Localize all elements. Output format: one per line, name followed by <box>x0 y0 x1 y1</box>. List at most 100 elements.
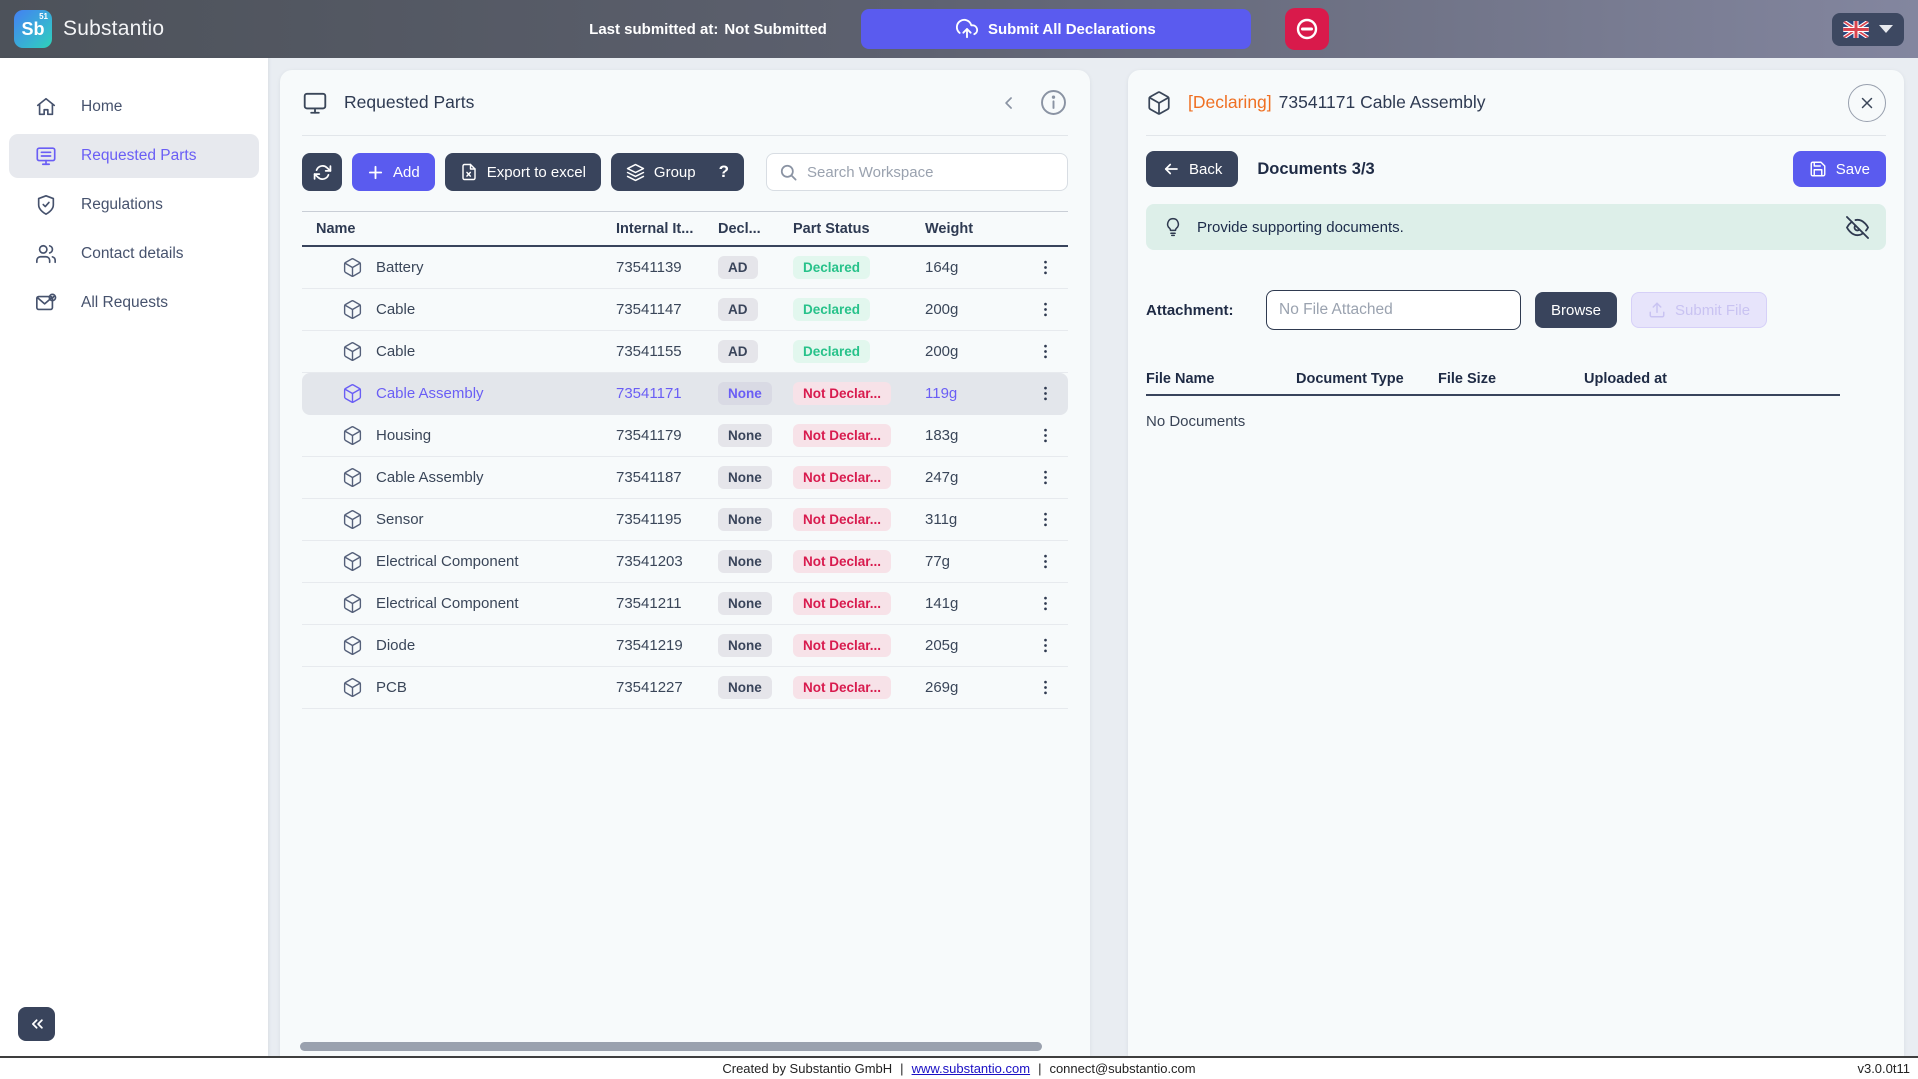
column-header[interactable]: Document Type <box>1296 371 1438 387</box>
table-row[interactable]: Cable Assembly 73541187 None Not Declar.… <box>302 457 1068 499</box>
column-header[interactable]: Decl... <box>718 221 793 237</box>
shield-check-icon <box>35 194 57 216</box>
browse-button[interactable]: Browse <box>1535 292 1617 328</box>
refresh-button[interactable] <box>302 153 342 191</box>
search-input[interactable] <box>807 164 1055 181</box>
logo-superscript: 51 <box>39 12 48 21</box>
monitor-icon <box>302 90 328 116</box>
table-row[interactable]: Housing 73541179 None Not Declar... 183g <box>302 415 1068 457</box>
table-row[interactable]: Sensor 73541195 None Not Declar... 311g <box>302 499 1068 541</box>
internal-item-number: 73541187 <box>616 469 718 486</box>
part-name: Cable <box>376 301 415 318</box>
column-header[interactable]: Name <box>302 221 616 237</box>
row-menu-button[interactable] <box>1022 636 1068 655</box>
part-name: PCB <box>376 679 407 696</box>
sidebar-item-label: Regulations <box>81 196 163 214</box>
parts-table-header: Name Internal It... Decl... Part Status … <box>302 211 1068 247</box>
part-detail-panel: [Declaring]73541171 Cable Assembly Back <box>1128 70 1904 1056</box>
row-menu-button[interactable] <box>1022 552 1068 571</box>
close-panel-button[interactable] <box>1848 84 1886 122</box>
row-menu-button[interactable] <box>1022 258 1068 277</box>
part-weight: 311g <box>925 511 1022 528</box>
table-row[interactable]: Electrical Component 73541211 None Not D… <box>302 583 1068 625</box>
sidebar-item-requested-parts[interactable]: Requested Parts <box>9 134 259 178</box>
kebab-menu-icon <box>1036 342 1055 361</box>
export-to-excel-button[interactable]: Export to excel <box>445 153 601 191</box>
part-status-badge: Declared <box>793 256 870 279</box>
sidebar-collapse-button[interactable] <box>18 1007 55 1041</box>
part-weight: 183g <box>925 427 1022 444</box>
row-menu-button[interactable] <box>1022 342 1068 361</box>
column-header[interactable]: File Name <box>1146 371 1296 387</box>
row-menu-button[interactable] <box>1022 384 1068 403</box>
save-button[interactable]: Save <box>1793 151 1886 187</box>
collapse-panel-button[interactable] <box>999 93 1019 113</box>
documents-toolbar: Back Documents 3/3 Save <box>1146 151 1886 187</box>
search-workspace-box <box>766 153 1068 191</box>
topbar: Sb51 Substantio Last submitted at:Not Su… <box>0 0 1918 58</box>
part-weight: 77g <box>925 553 1022 570</box>
add-button[interactable]: Add <box>352 153 435 191</box>
export-label: Export to excel <box>487 164 586 181</box>
chevron-left-icon <box>999 93 1019 113</box>
hide-hint-button[interactable] <box>1846 216 1869 239</box>
row-menu-button[interactable] <box>1022 300 1068 319</box>
main-content: Requested Parts <box>268 58 1918 1056</box>
parts-table-body: Battery 73541139 AD Declared 164g Cable … <box>302 247 1068 709</box>
table-row[interactable]: Electrical Component 73541203 None Not D… <box>302 541 1068 583</box>
hint-bar: Provide supporting documents. <box>1146 204 1886 250</box>
submit-all-declarations-button[interactable]: Submit All Declarations <box>861 9 1251 49</box>
last-submitted-status: Last submitted at:Not Submitted <box>589 21 827 38</box>
column-header[interactable]: Internal It... <box>616 221 718 237</box>
column-header[interactable]: File Size <box>1438 371 1584 387</box>
logo-text: Sb <box>21 19 44 40</box>
save-icon <box>1809 160 1827 178</box>
sidebar-item-all-requests[interactable]: All Requests <box>9 281 259 325</box>
part-status-badge: Declared <box>793 298 870 321</box>
horizontal-scrollbar-thumb[interactable] <box>300 1042 1042 1051</box>
uk-flag-icon <box>1843 21 1869 38</box>
submit-file-button[interactable]: Submit File <box>1631 292 1767 328</box>
table-row[interactable]: Diode 73541219 None Not Declar... 205g <box>302 625 1068 667</box>
declaring-tag: [Declaring] <box>1188 92 1272 112</box>
back-button[interactable]: Back <box>1146 151 1238 187</box>
kebab-menu-icon <box>1036 678 1055 697</box>
table-row[interactable]: PCB 73541227 None Not Declar... 269g <box>302 667 1068 709</box>
kebab-menu-icon <box>1036 258 1055 277</box>
table-row[interactable]: Battery 73541139 AD Declared 164g <box>302 247 1068 289</box>
info-button[interactable] <box>1039 88 1068 117</box>
internal-item-number: 73541195 <box>616 511 718 528</box>
part-name: Electrical Component <box>376 553 519 570</box>
part-status-badge: Not Declar... <box>793 550 891 573</box>
row-menu-button[interactable] <box>1022 510 1068 529</box>
part-name: Cable <box>376 343 415 360</box>
language-selector[interactable] <box>1832 13 1904 46</box>
part-name: Diode <box>376 637 415 654</box>
documents-table-header: File Name Document Type File Size Upload… <box>1146 364 1840 396</box>
sidebar-item-label: Requested Parts <box>81 147 196 165</box>
column-header[interactable]: Uploaded at <box>1584 371 1840 387</box>
internal-item-number: 73541155 <box>616 343 718 360</box>
column-header[interactable]: Weight <box>925 221 1022 237</box>
group-button[interactable]: Group ? <box>611 153 744 191</box>
row-menu-button[interactable] <box>1022 678 1068 697</box>
part-weight: 247g <box>925 469 1022 486</box>
table-row[interactable]: Cable 73541155 AD Declared 200g <box>302 331 1068 373</box>
sidebar-item-contact-details[interactable]: Contact details <box>9 232 259 276</box>
arrow-left-icon <box>1162 160 1180 178</box>
attachment-file-input[interactable] <box>1266 290 1521 330</box>
table-row[interactable]: Cable 73541147 AD Declared 200g <box>302 289 1068 331</box>
footer-website-link[interactable]: www.substantio.com <box>912 1061 1031 1076</box>
sidebar-item-regulations[interactable]: Regulations <box>9 183 259 227</box>
row-menu-button[interactable] <box>1022 594 1068 613</box>
stop-button[interactable] <box>1285 8 1329 50</box>
table-row[interactable]: Cable Assembly 73541171 None Not Declar.… <box>302 373 1068 415</box>
group-help-badge[interactable]: ? <box>719 162 729 182</box>
submit-file-label: Submit File <box>1675 302 1750 319</box>
sidebar-item-home[interactable]: Home <box>9 85 259 129</box>
row-menu-button[interactable] <box>1022 468 1068 487</box>
column-header[interactable]: Part Status <box>793 221 925 237</box>
home-icon <box>35 96 57 118</box>
row-menu-button[interactable] <box>1022 426 1068 445</box>
last-submitted-value: Not Submitted <box>724 21 827 38</box>
